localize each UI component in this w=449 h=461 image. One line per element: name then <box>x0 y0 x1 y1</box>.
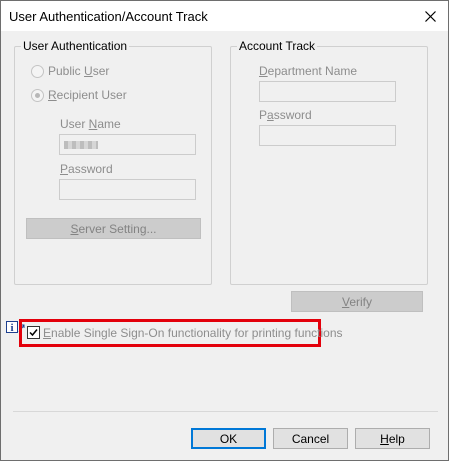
user-name-label: User Name <box>60 117 121 131</box>
account-password-label: Password <box>259 108 312 122</box>
close-button[interactable] <box>412 1 448 31</box>
sso-checkbox[interactable] <box>27 326 40 339</box>
user-authentication-group: User Authentication <box>14 39 212 285</box>
server-setting-button[interactable]: Server Setting... <box>26 218 201 239</box>
cancel-button[interactable]: Cancel <box>273 428 348 449</box>
account-track-legend: Account Track <box>237 39 318 53</box>
password-label: Password <box>60 162 113 176</box>
user-authentication-legend: User Authentication <box>21 39 130 53</box>
close-icon <box>424 10 436 22</box>
public-user-label: Public User <box>48 64 110 78</box>
window-title: User Authentication/Account Track <box>9 9 208 24</box>
cancel-label: Cancel <box>291 431 330 446</box>
public-user-radio[interactable]: Public User <box>31 64 109 78</box>
user-name-field[interactable] <box>59 134 196 155</box>
checkmark-icon <box>29 329 38 337</box>
account-password-field[interactable] <box>259 125 396 146</box>
department-name-label: Department Name <box>259 64 358 78</box>
recipient-user-label: Recipient User <box>48 88 127 102</box>
verify-label: Verify <box>341 294 372 309</box>
help-label: Help <box>380 431 405 446</box>
public-user-radio-button[interactable] <box>31 64 44 78</box>
separator <box>13 411 438 412</box>
server-setting-label: Server Setting... <box>70 221 157 236</box>
department-name-field[interactable] <box>259 81 396 102</box>
info-icon: i <box>6 321 18 334</box>
recipient-user-radio-button[interactable] <box>31 88 44 102</box>
masked-user-name <box>64 141 98 149</box>
password-field[interactable] <box>59 179 196 200</box>
title-bar: User Authentication/Account Track <box>1 1 448 31</box>
sso-label: Enable Single Sign-On functionality for … <box>43 326 343 340</box>
help-button[interactable]: Help <box>355 428 430 449</box>
ok-button[interactable]: OK <box>191 428 266 449</box>
verify-button[interactable]: Verify <box>291 291 423 312</box>
dialog-window: User Authentication/Account Track User A… <box>0 0 449 461</box>
ok-label: OK <box>219 431 238 446</box>
recipient-user-radio[interactable]: Recipient User <box>31 88 127 102</box>
